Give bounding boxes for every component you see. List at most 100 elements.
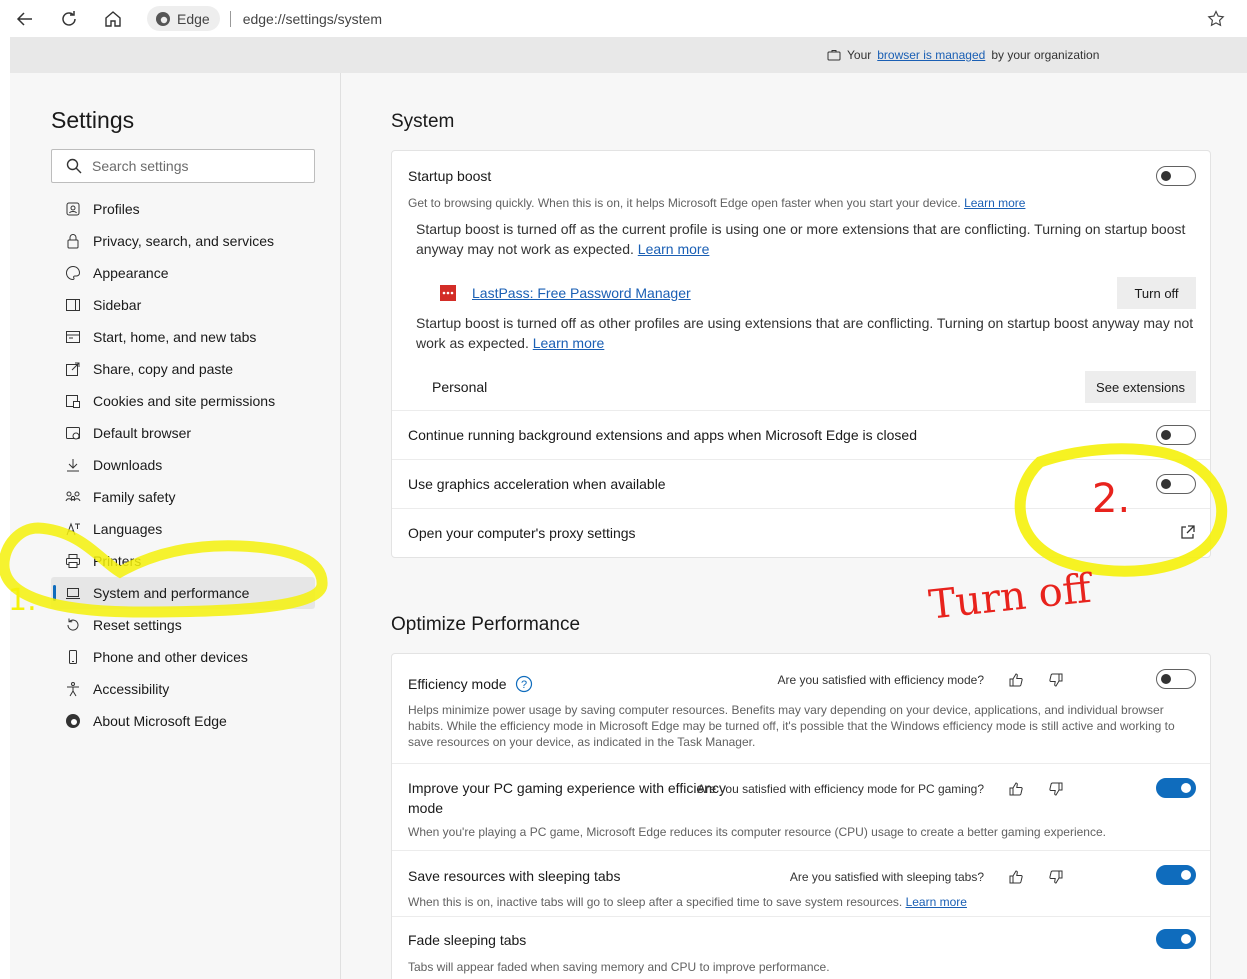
sidebar-item-label: Phone and other devices [93,649,248,665]
graphics-acceleration-title: Use graphics acceleration when available [408,476,666,492]
profile-name: Personal [432,379,488,395]
sleeping-tabs-title: Save resources with sleeping tabs [408,868,621,884]
url-text[interactable]: edge://settings/system [243,11,382,27]
sidebar-item-printers[interactable]: Printers [51,545,315,577]
sidebar-item-about-microsoft-edge[interactable]: About Microsoft Edge [51,705,315,737]
startup-boost-note1: Startup boost is turned off as the curre… [416,219,1202,259]
fade-tabs-toggle[interactable] [1156,929,1196,949]
sidebar-item-label: About Microsoft Edge [93,713,227,729]
favorite-button[interactable] [1207,10,1225,33]
sleeping-feedback: Are you satisfied with sleeping tabs? [790,869,1064,885]
startup-boost-desc: Get to browsing quickly. When this is on… [408,195,1025,211]
sidebar-item-accessibility[interactable]: Accessibility [51,673,315,705]
thumbs-down-icon[interactable] [1048,869,1064,885]
managed-suffix: by your organization [991,48,1100,62]
fade-tabs-title: Fade sleeping tabs [408,932,527,948]
share-icon [65,361,81,377]
efficiency-feedback: Are you satisfied with efficiency mode? [777,672,1064,688]
managed-banner: Your browser is managed by your organiza… [10,37,1247,73]
gaming-feedback: Are you satisfied with efficiency mode f… [697,781,1064,797]
sidebar-item-languages[interactable]: Languages [51,513,315,545]
background-apps-toggle[interactable] [1156,425,1196,445]
sidebar-item-label: Sidebar [93,297,142,313]
sidebar-item-label: Profiles [93,201,140,217]
refresh-button[interactable] [55,5,83,33]
search-box[interactable] [51,149,315,183]
search-icon [66,158,82,174]
fade-tabs-row: Fade sleeping tabs Tabs will appear fade… [392,917,1210,979]
sidebar-item-system-and-performance[interactable]: System and performance [51,577,315,609]
cookie-icon [65,393,81,409]
sidebar-item-start-home-and-new-tabs[interactable]: Start, home, and new tabs [51,321,315,353]
startup-boost-note2-link[interactable]: Learn more [533,335,605,351]
performance-section-title: Optimize Performance [391,614,581,635]
managed-prefix: Your [847,48,872,62]
startup-boost-note2: Startup boost is turned off as other pro… [416,313,1202,353]
sleeping-tabs-toggle[interactable] [1156,865,1196,885]
sleeping-tabs-learn-more[interactable]: Learn more [906,895,967,909]
phone-icon [65,649,81,665]
thumbs-up-icon[interactable] [1008,869,1024,885]
startup-boost-learn-more[interactable]: Learn more [964,196,1025,210]
sidebar-item-label: Default browser [93,425,192,441]
startup-boost-title: Startup boost [408,168,492,184]
sidebar-item-default-browser[interactable]: Default browser [51,417,315,449]
laptop-icon [65,585,81,601]
startup-boost-toggle[interactable] [1156,166,1196,186]
sidebar-item-phone-and-other-devices[interactable]: Phone and other devices [51,641,315,673]
thumbs-up-icon[interactable] [1008,672,1024,688]
sidebar-item-label: Languages [93,521,163,537]
thumbs-up-icon[interactable] [1008,781,1024,797]
proxy-settings-title: Open your computer's proxy settings [408,525,636,541]
sidebar-icon [65,297,81,313]
address-bar[interactable]: Edge edge://settings/system [145,4,1237,33]
graphics-acceleration-toggle[interactable] [1156,474,1196,494]
edge-icon [156,11,170,26]
profile-icon [65,201,81,217]
efficiency-mode-toggle[interactable] [1156,669,1196,689]
sidebar-item-label: Start, home, and new tabs [93,329,257,345]
site-identity[interactable]: Edge [147,6,220,31]
startup-boost-note1-text: Startup boost is turned off as the curre… [416,221,1186,257]
startup-boost-note1-link[interactable]: Learn more [638,241,710,257]
help-icon[interactable]: ? [515,675,533,693]
sidebar-item-label: Appearance [93,265,169,281]
sidebar-item-profiles[interactable]: Profiles [51,193,315,225]
efficiency-mode-heading: Efficiency mode ? [408,675,533,693]
see-extensions-button[interactable]: See extensions [1085,371,1196,403]
startup-boost-desc-text: Get to browsing quickly. When this is on… [408,196,961,210]
browser-icon [65,425,81,441]
proxy-settings-row[interactable]: Open your computer's proxy settings [392,509,1210,557]
search-input[interactable] [92,158,292,174]
lastpass-extension-link[interactable]: LastPass: Free Password Manager [472,285,691,301]
thumbs-down-icon[interactable] [1048,781,1064,797]
efficiency-mode-row: Efficiency mode ? Are you satisfied with… [392,654,1210,764]
accessibility-icon [65,681,81,697]
fade-tabs-desc: Tabs will appear faded when saving memor… [408,960,830,974]
back-button[interactable] [11,5,39,33]
turn-off-button[interactable]: Turn off [1117,277,1196,309]
thumbs-down-icon[interactable] [1048,672,1064,688]
sidebar-item-privacy-search-and-services[interactable]: Privacy, search, and services [51,225,315,257]
sidebar-item-share-copy-and-paste[interactable]: Share, copy and paste [51,353,315,385]
external-link-icon[interactable] [1180,525,1195,545]
sidebar-item-label: Family safety [93,489,176,505]
sidebar-item-sidebar[interactable]: Sidebar [51,289,315,321]
sidebar-item-cookies-and-site-permissions[interactable]: Cookies and site permissions [51,385,315,417]
sidebar-item-label: Accessibility [93,681,170,697]
background-apps-row: Continue running background extensions a… [392,411,1210,460]
sidebar-item-label: Printers [93,553,142,569]
sidebar-item-family-safety[interactable]: Family safety [51,481,315,513]
gaming-row: Improve your PC gaming experience with e… [392,764,1210,851]
managed-link[interactable]: browser is managed [877,48,985,62]
sidebar-item-downloads[interactable]: Downloads [51,449,315,481]
sidebar-item-appearance[interactable]: Appearance [51,257,315,289]
sidebar-item-reset-settings[interactable]: Reset settings [51,609,315,641]
home-button[interactable] [99,5,127,33]
back-arrow-icon [16,12,32,26]
gaming-feedback-question: Are you satisfied with efficiency mode f… [697,782,984,796]
download-icon [65,457,81,473]
gaming-toggle[interactable] [1156,778,1196,798]
lastpass-logo-icon [440,285,456,306]
sidebar-item-label: Privacy, search, and services [93,233,275,249]
